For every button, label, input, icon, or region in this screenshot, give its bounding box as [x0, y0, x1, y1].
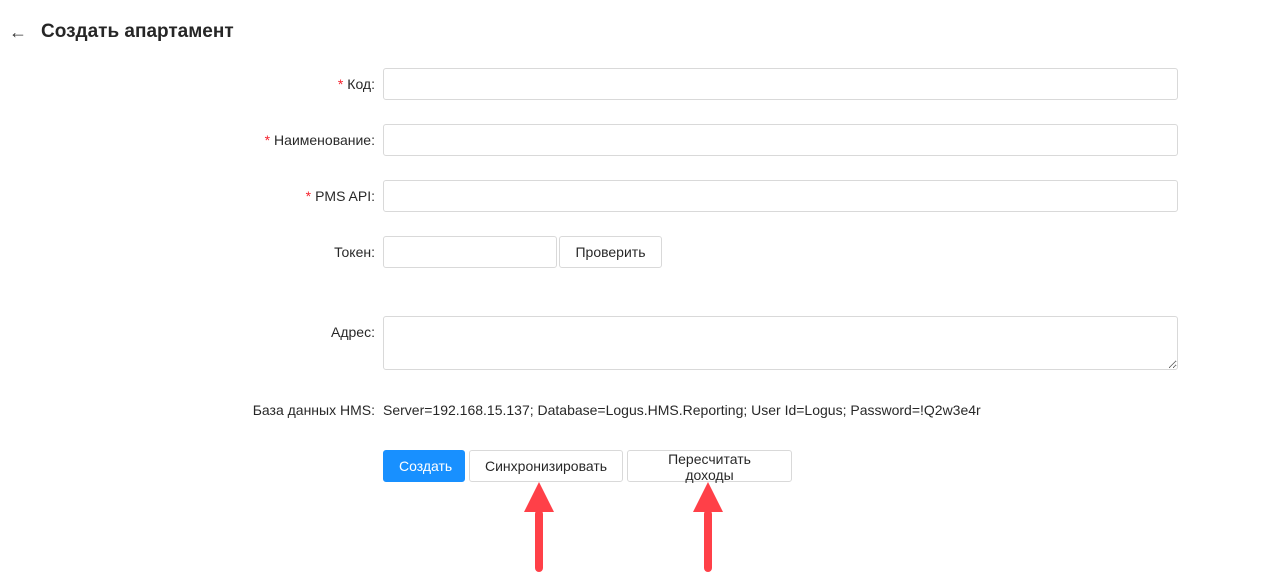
arrow-shaft: [704, 510, 712, 572]
address-label: Адрес:: [331, 324, 375, 340]
name-label: * Наименование:: [264, 132, 375, 148]
name-input[interactable]: [383, 124, 1178, 156]
pms-api-label: * PMS API:: [305, 188, 375, 204]
arrow-head: [693, 482, 723, 512]
token-input[interactable]: [383, 236, 557, 268]
arrow-head: [524, 482, 554, 512]
code-input[interactable]: [383, 68, 1178, 100]
check-token-button[interactable]: Проверить: [559, 236, 662, 268]
page-title: Создать апартамент: [41, 21, 234, 42]
arrow-shaft: [535, 510, 543, 572]
annotation-arrow-icon: [693, 482, 723, 572]
code-label: * Код:: [337, 76, 375, 92]
hms-db-label: База данных HMS:: [252, 402, 375, 418]
recalc-income-button[interactable]: Пересчитать доходы: [627, 450, 792, 483]
address-textarea[interactable]: [383, 316, 1178, 370]
pms-api-input[interactable]: [383, 180, 1178, 212]
back-arrow-icon[interactable]: ←: [9, 22, 27, 43]
hms-db-value: Server=192.168.15.137; Database=Logus.HM…: [383, 402, 981, 418]
token-label: Токен:: [334, 244, 375, 260]
create-button[interactable]: Создать: [383, 450, 465, 482]
annotation-arrow-icon: [524, 482, 554, 572]
sync-button[interactable]: Синхронизировать: [469, 450, 623, 482]
